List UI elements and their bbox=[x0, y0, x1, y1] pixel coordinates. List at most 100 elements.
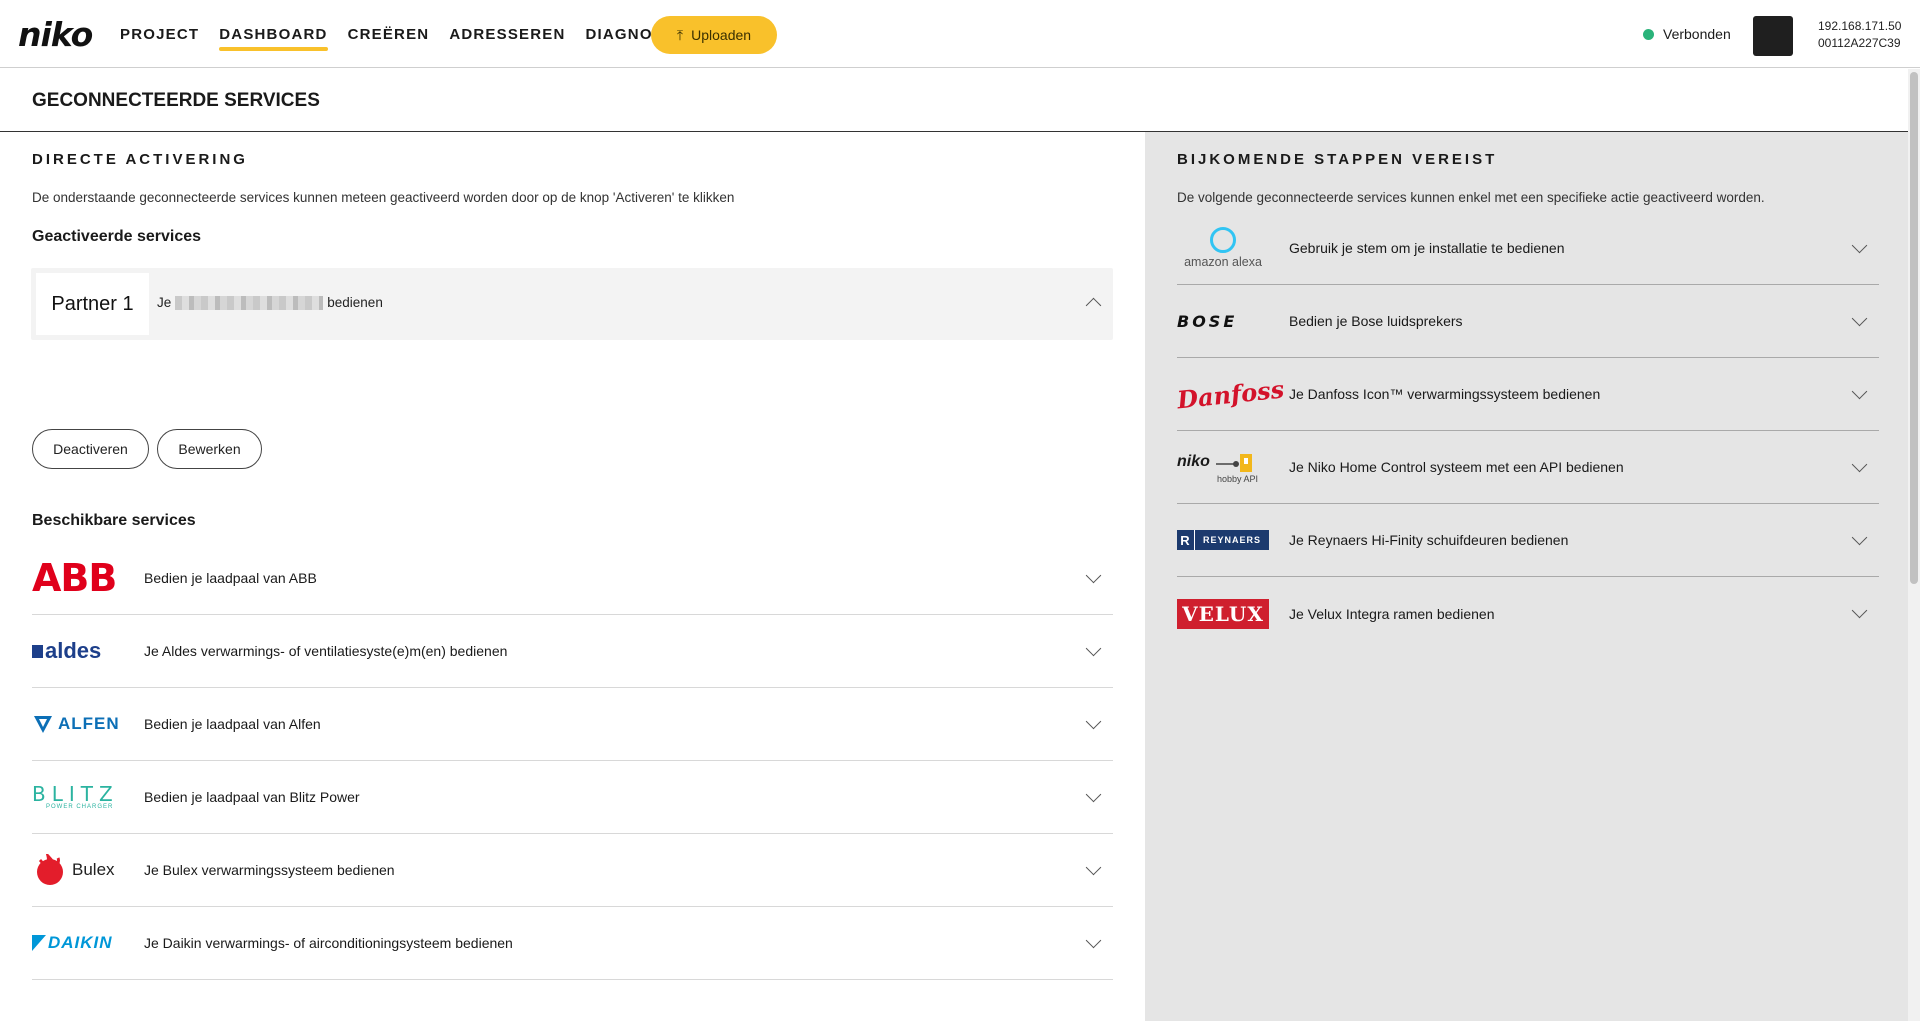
partner-1-text-before: Je bbox=[157, 295, 172, 310]
service-label: Je Daikin verwarmings- of airconditionin… bbox=[144, 935, 513, 951]
service-label: Je Niko Home Control systeem met een API… bbox=[1289, 459, 1624, 475]
service-row-blitz[interactable]: BLITZ POWER CHARGER Bedien je laadpaal v… bbox=[32, 761, 1113, 834]
reynaers-logo-text: REYNAERS bbox=[1203, 535, 1262, 545]
chevron-down-icon[interactable] bbox=[1851, 310, 1868, 327]
daikin-logo-text: DAIKIN bbox=[48, 933, 113, 952]
aldes-logo: aldes bbox=[32, 631, 124, 671]
chevron-down-icon[interactable] bbox=[1851, 529, 1868, 546]
additional-steps-panel: BIJKOMENDE STAPPEN VEREIST De volgende g… bbox=[1145, 132, 1908, 1021]
nav-item-adresseren[interactable]: ADRESSEREN bbox=[449, 20, 565, 49]
alfen-logo-mark: ALFEN bbox=[32, 713, 120, 735]
chevron-down-icon[interactable] bbox=[1085, 786, 1102, 803]
aldes-logo-text: aldes bbox=[45, 638, 102, 663]
daikin-logo-mark: DAIKIN bbox=[32, 933, 113, 953]
nav-item-creeren[interactable]: CREËREN bbox=[348, 20, 430, 49]
bulex-logo-text: Bulex bbox=[72, 860, 115, 879]
service-label: Bedien je laadpaal van Alfen bbox=[144, 716, 321, 732]
alfen-logo: ALFEN bbox=[32, 704, 124, 744]
device-ip: 192.168.171.50 bbox=[1818, 19, 1902, 33]
chevron-down-icon[interactable] bbox=[1851, 602, 1868, 619]
chevron-down-icon[interactable] bbox=[1085, 567, 1102, 584]
page-title: GECONNECTEERDE SERVICES bbox=[32, 90, 320, 111]
service-label: Bedien je Bose luidsprekers bbox=[1289, 313, 1463, 329]
abb-logo-text: ABB bbox=[32, 556, 117, 600]
bose-logo: BOSE bbox=[1177, 297, 1269, 345]
chevron-down-icon[interactable] bbox=[1085, 713, 1102, 730]
service-label: Je Aldes verwarmings- of ventilatiesyste… bbox=[144, 643, 508, 659]
service-label: Je Velux Integra ramen bedienen bbox=[1289, 605, 1495, 622]
status-dot-icon bbox=[1643, 28, 1654, 40]
chevron-down-icon[interactable] bbox=[1851, 237, 1868, 254]
partner-1-description: Je bedienen bbox=[157, 295, 383, 310]
chevron-down-icon[interactable] bbox=[1085, 932, 1102, 949]
reynaers-logo-mark: R REYNAERS bbox=[1177, 530, 1269, 550]
bose-logo-text: BOSE bbox=[1177, 311, 1238, 331]
chevron-down-icon[interactable] bbox=[1851, 456, 1868, 473]
niko-api-logo-mark: niko hobby API bbox=[1177, 450, 1269, 484]
danfoss-logo: Danfoss bbox=[1176, 370, 1286, 418]
service-row-alfen[interactable]: ALFEN Bedien je laadpaal van Alfen bbox=[32, 688, 1113, 761]
alexa-logo-text: amazon alexa bbox=[1184, 255, 1262, 269]
service-row-daikin[interactable]: DAIKIN Je Daikin verwarmings- of aircond… bbox=[32, 907, 1113, 980]
available-services-heading: Beschikbare services bbox=[32, 512, 196, 529]
connection-status: Verbonden bbox=[1643, 26, 1731, 42]
partner-1-logo: Partner 1 bbox=[36, 273, 149, 335]
service-label: Je Bulex verwarmingssysteem bedienen bbox=[144, 862, 395, 878]
upload-button[interactable]: ⤒ Uploaden bbox=[651, 16, 777, 54]
activated-service-partner-1[interactable]: Partner 1 Je bedienen bbox=[31, 268, 1113, 340]
service-label: Bedien je laadpaal van ABB bbox=[144, 570, 317, 586]
bulex-logo: Bulex bbox=[32, 850, 124, 890]
nav-item-project[interactable]: PROJECT bbox=[120, 20, 199, 49]
service-label: Gebruik je stem om je installatie te bed… bbox=[1289, 240, 1565, 256]
redacted-text bbox=[175, 295, 324, 310]
bulex-flame-icon bbox=[37, 854, 63, 885]
velux-logo: VELUX bbox=[1177, 590, 1269, 638]
alfen-shield-icon bbox=[34, 716, 52, 733]
service-row-niko-api[interactable]: niko hobby API Je Niko Home Control syst… bbox=[1177, 431, 1879, 504]
upload-button-label: Uploaden bbox=[691, 27, 752, 43]
service-row-bose[interactable]: BOSE Bedien je Bose luidsprekers bbox=[1177, 285, 1879, 358]
service-row-abb[interactable]: ABB Bedien je laadpaal van ABB bbox=[32, 542, 1113, 615]
service-row-velux[interactable]: VELUX Je Velux Integra ramen bedienen bbox=[1177, 577, 1879, 650]
service-row-bulex[interactable]: Bulex Je Bulex verwarmingssysteem bedien… bbox=[32, 834, 1113, 907]
top-navigation-bar: niko PROJECT DASHBOARD CREËREN ADRESSERE… bbox=[0, 0, 1920, 68]
hobby-api-plug-icon bbox=[1215, 454, 1252, 472]
service-label: Je Danfoss Icon™ verwarmingssysteem bedi… bbox=[1289, 386, 1601, 402]
chevron-up-icon[interactable] bbox=[1085, 297, 1102, 314]
alexa-logo: amazon alexa bbox=[1177, 224, 1269, 272]
chevron-down-icon[interactable] bbox=[1851, 383, 1868, 400]
alexa-ring-icon bbox=[1210, 227, 1236, 253]
chevron-down-icon[interactable] bbox=[1085, 640, 1102, 657]
page-scrollbar[interactable] bbox=[1908, 69, 1920, 1021]
main-nav: PROJECT DASHBOARD CREËREN ADRESSEREN DIA… bbox=[120, 0, 694, 68]
deactivate-button[interactable]: Deactiveren bbox=[32, 429, 149, 469]
device-info: 192.168.171.50 00112A227C39 bbox=[1818, 18, 1901, 52]
additional-services-list: amazon alexa Gebruik je stem om je insta… bbox=[1176, 212, 1879, 650]
additional-steps-heading: BIJKOMENDE STAPPEN VEREIST bbox=[1177, 151, 1498, 168]
blitz-logo-text: BLITZ bbox=[32, 782, 119, 806]
niko-api-logo-top: niko bbox=[1177, 450, 1269, 474]
direct-activation-panel: DIRECTE ACTIVERING De onderstaande gecon… bbox=[0, 132, 1145, 1021]
service-label: Bedien je laadpaal van Blitz Power bbox=[144, 789, 360, 805]
velux-logo-text: VELUX bbox=[1177, 598, 1269, 629]
scrollbar-thumb[interactable] bbox=[1910, 72, 1918, 584]
aldes-logo-mark: aldes bbox=[32, 638, 101, 664]
service-row-reynaers[interactable]: R REYNAERS Je Reynaers Hi-Finity schuifd… bbox=[1177, 504, 1879, 577]
aldes-square-icon bbox=[32, 644, 43, 658]
service-row-alexa[interactable]: amazon alexa Gebruik je stem om je insta… bbox=[1177, 212, 1879, 285]
niko-hobby-api-logo: niko hobby API bbox=[1177, 443, 1269, 491]
hobby-api-label: hobby API bbox=[1217, 474, 1259, 484]
device-avatar[interactable] bbox=[1753, 16, 1793, 56]
chevron-down-icon[interactable] bbox=[1085, 859, 1102, 876]
alexa-logo-mark: amazon alexa bbox=[1177, 227, 1269, 269]
nav-item-dashboard[interactable]: DASHBOARD bbox=[219, 20, 328, 51]
page-title-bar: GECONNECTEERDE SERVICES bbox=[0, 69, 1908, 132]
danfoss-logo-text: Danfoss bbox=[1175, 373, 1286, 415]
niko-api-logo-text: niko bbox=[1177, 453, 1210, 470]
edit-button[interactable]: Bewerken bbox=[157, 429, 262, 469]
service-row-aldes[interactable]: aldes Je Aldes verwarmings- of ventilati… bbox=[32, 615, 1113, 688]
service-row-danfoss[interactable]: Danfoss Je Danfoss Icon™ verwarmingssyst… bbox=[1176, 358, 1879, 431]
niko-logo[interactable]: niko bbox=[18, 15, 93, 54]
blitz-logo-subtext: POWER CHARGER bbox=[46, 804, 114, 810]
partner-1-text-after: bedienen bbox=[327, 295, 383, 310]
